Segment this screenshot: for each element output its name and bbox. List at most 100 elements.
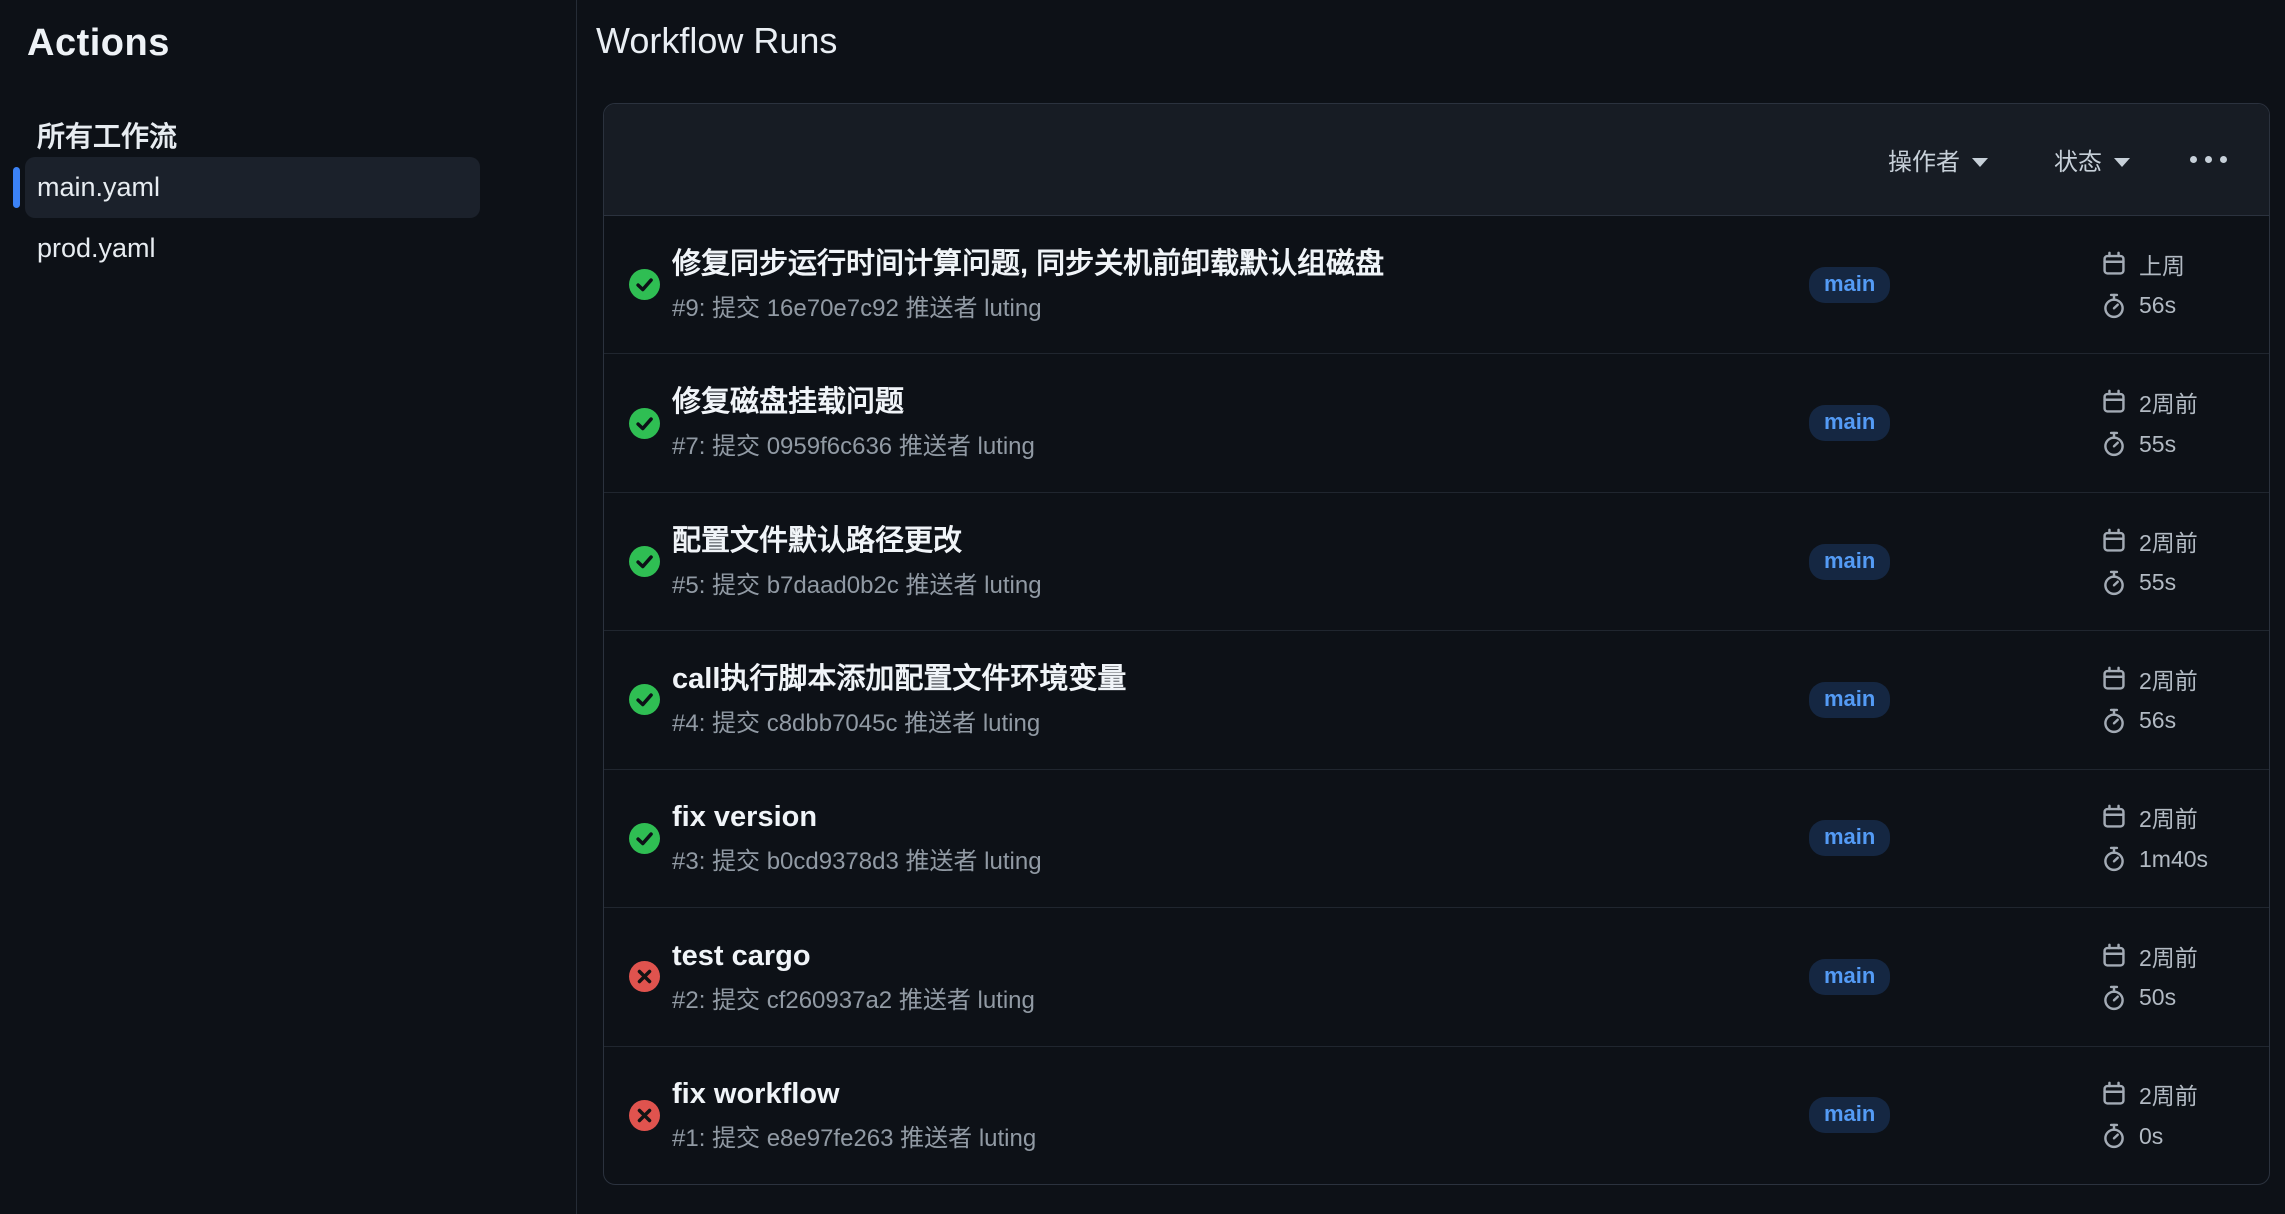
more-options-button[interactable] [2188,150,2229,169]
calendar-icon [2101,666,2127,692]
calendar-icon [2101,804,2127,830]
workflow-run-row[interactable]: 配置文件默认路径更改 #5: 提交 b7daad0b2c 推送者 luting … [604,492,2269,630]
run-duration: 56s [2101,700,2269,742]
run-branch-cell: main [1809,405,2101,441]
sidebar-item-main-yaml[interactable]: main.yaml [25,157,480,218]
run-status-cell [604,1100,672,1131]
calendar-icon [2101,389,2127,415]
run-branch-cell: main [1809,267,2101,303]
run-status-cell [604,546,672,577]
branch-badge[interactable]: main [1809,1097,1890,1133]
actor-filter-button[interactable]: 操作者 [1888,142,1988,177]
run-duration: 50s [2101,977,2269,1019]
run-commit-info: #2: 提交 cf260937a2 推送者 luting [672,987,1809,1015]
sidebar-item-all-workflows[interactable]: 所有工作流 [37,115,177,155]
branch-badge[interactable]: main [1809,267,1890,303]
success-check-icon [629,408,660,439]
branch-badge[interactable]: main [1809,820,1890,856]
workflow-runs-panel: 操作者 状态 修复同步运行时 [603,103,2270,1185]
success-check-icon [629,823,660,854]
run-duration-label: 50s [2139,984,2176,1011]
stopwatch-icon [2101,1123,2127,1149]
calendar-icon [2101,251,2127,277]
actor-filter-label: 操作者 [1888,142,1960,177]
run-duration-label: 1m40s [2139,846,2208,873]
stopwatch-icon [2101,708,2127,734]
run-commit-info: #4: 提交 c8dbb7045c 推送者 luting [672,710,1809,738]
workflow-run-row[interactable]: fix workflow #1: 提交 e8e97fe263 推送者 lutin… [604,1046,2269,1184]
success-check-icon [629,684,660,715]
run-duration-label: 56s [2139,707,2176,734]
stopwatch-icon [2101,293,2127,319]
runs-filter-bar: 操作者 状态 [604,104,2269,216]
run-text-cell: test cargo #2: 提交 cf260937a2 推送者 luting [672,939,1809,1015]
run-date: 2周前 [2101,658,2269,700]
run-commit-info: #7: 提交 0959f6c636 推送者 luting [672,433,1809,461]
run-text-cell: 配置文件默认路径更改 #5: 提交 b7daad0b2c 推送者 luting [672,524,1809,600]
page-title: Workflow Runs [596,20,837,62]
chevron-down-icon [2114,158,2130,167]
run-text-cell: call执行脚本添加配置文件环境变量 #4: 提交 c8dbb7045c 推送者… [672,662,1809,738]
sidebar-title: Actions [27,22,170,65]
sidebar-item-prod-yaml[interactable]: prod.yaml [37,228,156,268]
run-text-cell: fix version #3: 提交 b0cd9378d3 推送者 luting [672,800,1809,876]
branch-badge[interactable]: main [1809,405,1890,441]
run-status-cell [604,269,672,300]
run-date-label: 上周 [2139,247,2185,281]
branch-badge[interactable]: main [1809,682,1890,718]
run-branch-cell: main [1809,820,2101,856]
stopwatch-icon [2101,431,2127,457]
run-title[interactable]: 配置文件默认路径更改 [672,524,1809,558]
run-title[interactable]: fix workflow [672,1077,1809,1111]
run-text-cell: 修复同步运行时间计算问题, 同步关机前卸载默认组磁盘 #9: 提交 16e70e… [672,247,1809,323]
run-date: 2周前 [2101,381,2269,423]
run-meta-cell: 2周前 55s [2101,381,2269,465]
calendar-icon [2101,528,2127,554]
run-meta-cell: 2周前 0s [2101,1073,2269,1157]
run-status-cell [604,684,672,715]
runs-list: 修复同步运行时间计算问题, 同步关机前卸载默认组磁盘 #9: 提交 16e70e… [604,216,2269,1184]
run-date: 2周前 [2101,935,2269,977]
kebab-dot-icon [2220,156,2227,163]
workflow-run-row[interactable]: fix version #3: 提交 b0cd9378d3 推送者 luting… [604,769,2269,907]
run-title[interactable]: test cargo [672,939,1809,973]
run-title[interactable]: 修复同步运行时间计算问题, 同步关机前卸载默认组磁盘 [672,247,1809,281]
stopwatch-icon [2101,846,2127,872]
run-duration-label: 55s [2139,431,2176,458]
run-title[interactable]: call执行脚本添加配置文件环境变量 [672,662,1809,696]
run-duration: 56s [2101,285,2269,327]
run-branch-cell: main [1809,544,2101,580]
run-branch-cell: main [1809,959,2101,995]
workflow-run-row[interactable]: test cargo #2: 提交 cf260937a2 推送者 luting … [604,907,2269,1045]
run-meta-cell: 上周 56s [2101,243,2269,327]
run-date-label: 2周前 [2139,1077,2198,1111]
sidebar-item-label: prod.yaml [37,233,156,264]
kebab-dot-icon [2190,156,2197,163]
run-duration-label: 56s [2139,292,2176,319]
status-filter-button[interactable]: 状态 [2054,142,2130,177]
run-duration: 0s [2101,1115,2269,1157]
status-filter-label: 状态 [2054,142,2102,177]
workflow-run-row[interactable]: call执行脚本添加配置文件环境变量 #4: 提交 c8dbb7045c 推送者… [604,630,2269,768]
run-commit-info: #5: 提交 b7daad0b2c 推送者 luting [672,572,1809,600]
run-meta-cell: 2周前 1m40s [2101,796,2269,880]
run-commit-info: #1: 提交 e8e97fe263 推送者 luting [672,1125,1809,1153]
run-date: 2周前 [2101,1073,2269,1115]
failure-x-icon [629,1100,660,1131]
run-status-cell [604,408,672,439]
workflow-run-row[interactable]: 修复同步运行时间计算问题, 同步关机前卸载默认组磁盘 #9: 提交 16e70e… [604,216,2269,353]
run-text-cell: 修复磁盘挂载问题 #7: 提交 0959f6c636 推送者 luting [672,385,1809,461]
run-meta-cell: 2周前 50s [2101,935,2269,1019]
run-date-label: 2周前 [2139,800,2198,834]
selected-accent-bar [13,167,20,208]
actions-sidebar: Actions 所有工作流 main.yaml prod.yaml [0,0,577,1214]
run-branch-cell: main [1809,1097,2101,1133]
branch-badge[interactable]: main [1809,959,1890,995]
branch-badge[interactable]: main [1809,544,1890,580]
run-text-cell: fix workflow #1: 提交 e8e97fe263 推送者 lutin… [672,1077,1809,1153]
workflow-run-row[interactable]: 修复磁盘挂载问题 #7: 提交 0959f6c636 推送者 luting ma… [604,353,2269,491]
run-title[interactable]: fix version [672,800,1809,834]
chevron-down-icon [1972,158,1988,167]
run-title[interactable]: 修复磁盘挂载问题 [672,385,1809,419]
run-date: 2周前 [2101,796,2269,838]
